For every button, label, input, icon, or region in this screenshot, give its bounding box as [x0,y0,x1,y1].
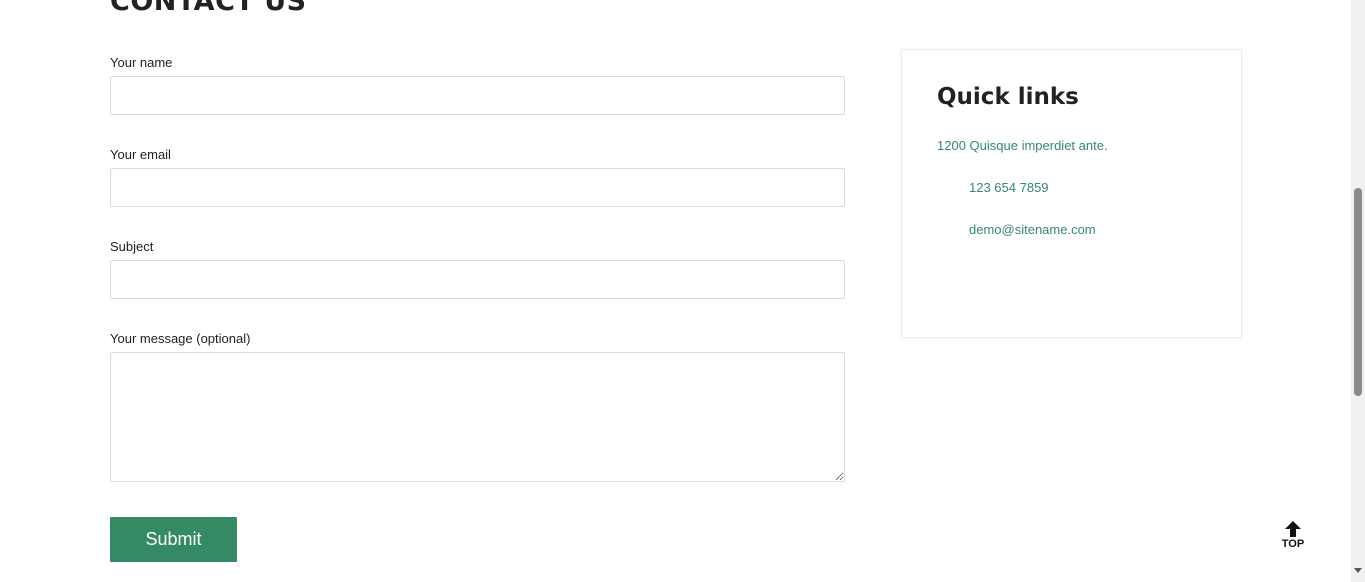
email-field[interactable] [110,168,845,207]
submit-button[interactable]: Submit [110,517,237,562]
page: CONTACT US Your name Your email Subject … [0,0,1365,582]
scroll-down-icon[interactable] [1354,568,1362,573]
subject-label: Subject [110,239,154,254]
name-label: Your name [110,55,173,70]
scrollbar-thumb[interactable] [1354,188,1362,396]
quick-links-panel: Quick links 1200 Quisque imperdiet ante.… [901,49,1242,338]
email-link[interactable]: demo@sitename.com [969,222,1096,238]
message-field[interactable] [110,352,845,482]
name-field[interactable] [110,76,845,115]
page-heading: CONTACT US [110,0,307,17]
arrow-up-icon [1285,521,1301,537]
subject-field[interactable] [110,260,845,299]
back-to-top-button[interactable]: TOP [1276,520,1310,556]
vertical-scrollbar[interactable] [1351,0,1365,582]
quick-links-title: Quick links [937,84,1079,110]
address-link[interactable]: 1200 Quisque imperdiet ante. [937,138,1108,154]
back-to-top-label: TOP [1281,538,1305,550]
email-label: Your email [110,147,171,162]
phone-link[interactable]: 123 654 7859 [969,180,1049,196]
message-label: Your message (optional) [110,331,251,346]
